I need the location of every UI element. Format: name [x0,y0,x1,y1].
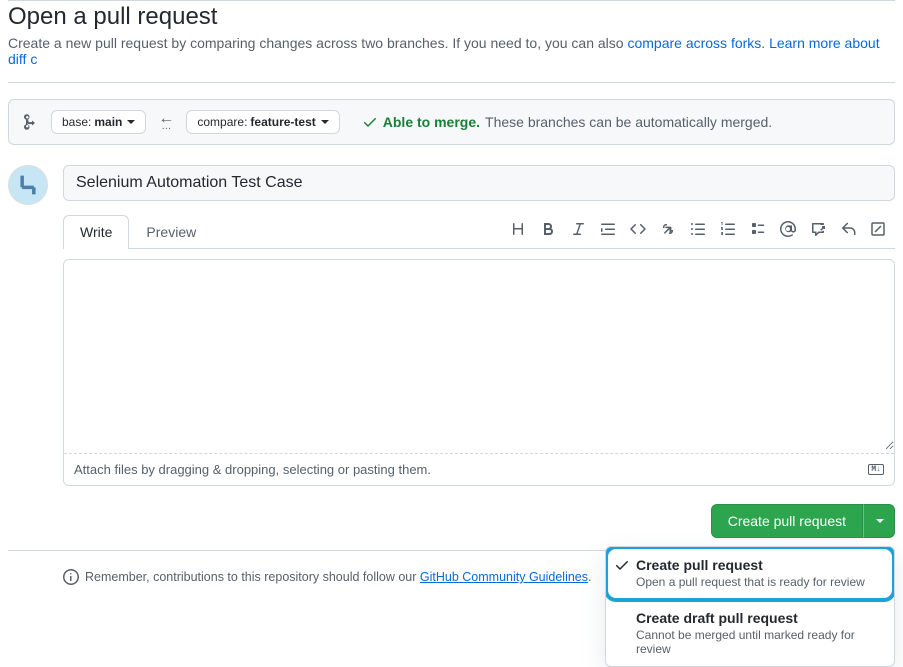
compare-branch-select[interactable]: compare: feature-test [186,110,339,134]
arrow-separator: ← … [158,114,174,130]
subtitle-dot: . [761,35,769,51]
unordered-list-icon[interactable] [689,220,707,238]
create-pr-dropdown: Create pull request Open a pull request … [605,546,895,667]
merge-desc-text: These branches can be automatically merg… [485,114,772,130]
branch-compare-box: base: main ← … compare: feature-test Abl… [8,99,895,145]
base-value: main [94,115,122,129]
tasklist-icon[interactable] [749,220,767,238]
bold-icon[interactable] [539,220,557,238]
quote-icon[interactable] [599,220,617,238]
page-header: Open a pull request Create a new pull re… [8,0,895,83]
markdown-toolbar [509,220,895,244]
link-icon[interactable] [659,220,677,238]
tab-preview[interactable]: Preview [129,215,213,248]
markdown-icon[interactable]: M↓ [868,464,884,475]
merge-ok-text: Able to merge. [383,114,480,130]
tab-write[interactable]: Write [63,215,129,249]
pr-body-textarea[interactable] [64,260,894,450]
cross-reference-icon[interactable] [809,220,827,238]
mention-icon[interactable] [779,220,797,238]
attach-hint: Attach files by dragging & dropping, sel… [74,462,431,477]
compose-row: Write Preview Attach [8,165,895,538]
diff-ignored-icon[interactable] [869,220,887,238]
base-branch-select[interactable]: base: main [51,110,146,134]
heading-icon[interactable] [509,220,527,238]
git-compare-icon [23,114,39,130]
ordered-list-icon[interactable] [719,220,737,238]
compare-forks-link[interactable]: compare across forks [627,35,761,51]
caret-down-icon [321,120,329,124]
editor-tabs: Write Preview [63,215,213,248]
compare-label: compare: [197,115,247,129]
subtitle-text: Create a new pull request by comparing c… [8,35,627,51]
dropdown-item-desc: Open a pull request that is ready for re… [636,575,882,589]
editor-tab-row: Write Preview [63,215,895,249]
compose-area: Write Preview Attach [63,165,895,538]
guidelines-post: . [588,570,591,584]
create-pr-dropdown-toggle[interactable] [863,504,895,538]
page-subtitle: Create a new pull request by comparing c… [8,35,895,67]
guidelines-link[interactable]: GitHub Community Guidelines [420,570,588,584]
reply-icon[interactable] [839,220,857,238]
actions-row: Create pull request Create pull request … [63,504,895,538]
page-title: Open a pull request [8,3,895,31]
italic-icon[interactable] [569,220,587,238]
code-icon[interactable] [629,220,647,238]
caret-down-icon [127,120,135,124]
caret-down-icon [876,519,884,523]
pr-title-input[interactable] [63,165,895,201]
dropdown-item-title: Create pull request [636,557,882,573]
check-icon [614,557,630,573]
dropdown-item-title: Create draft pull request [636,610,882,626]
create-pr-button[interactable]: Create pull request [711,504,863,538]
avatar [8,165,48,205]
dropdown-item-desc: Cannot be merged until marked ready for … [636,628,882,656]
check-icon [362,114,378,130]
base-label: base: [62,115,91,129]
dropdown-item-create-pr[interactable]: Create pull request Open a pull request … [606,547,894,600]
merge-status: Able to merge. These branches can be aut… [362,114,772,130]
guidelines-pre: Remember, contributions to this reposito… [85,570,420,584]
editor-wrap: Attach files by dragging & dropping, sel… [63,259,895,486]
compare-value: feature-test [250,115,315,129]
attach-bar[interactable]: Attach files by dragging & dropping, sel… [64,453,894,485]
dropdown-item-draft-pr[interactable]: Create draft pull request Cannot be merg… [606,600,894,666]
info-icon [63,569,79,585]
